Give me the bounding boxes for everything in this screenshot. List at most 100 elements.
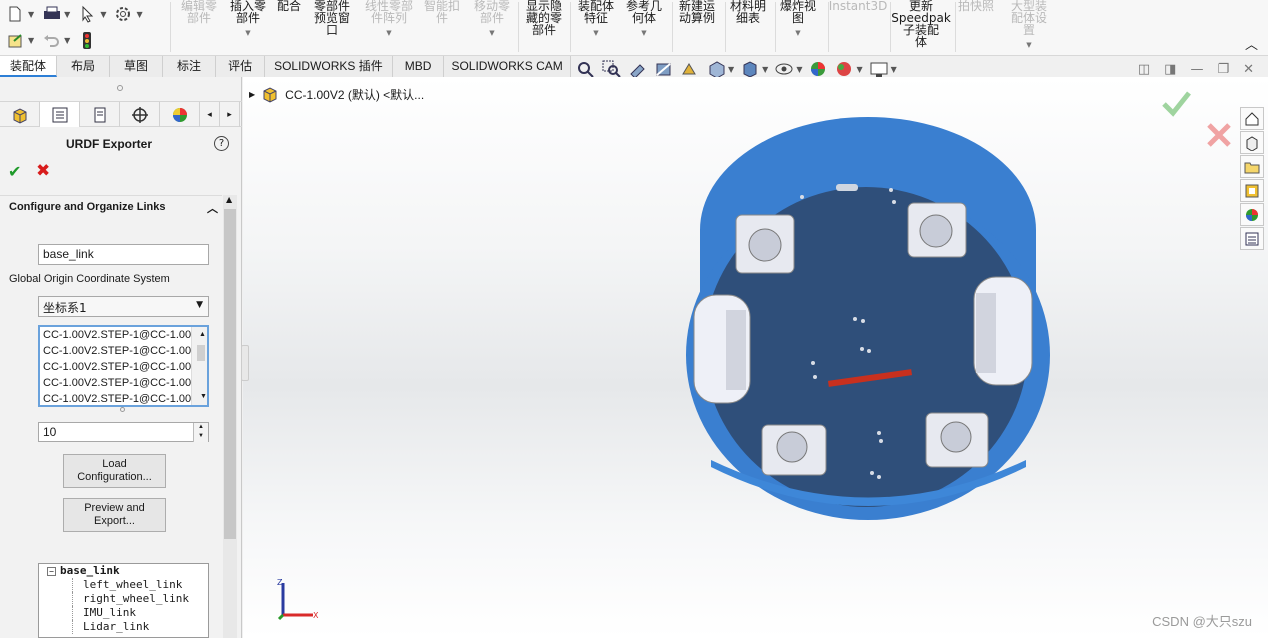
- dimxpert-tab[interactable]: [120, 102, 160, 127]
- ribbon-button[interactable]: Instant3D: [829, 0, 888, 52]
- panel-splitter-handle[interactable]: [117, 85, 123, 91]
- ok-checkmark-icon[interactable]: ✔: [8, 162, 21, 181]
- ribbon-button[interactable]: 拍快照: [958, 0, 994, 52]
- ribbon-button[interactable]: 移动零 部件 ▼: [470, 0, 514, 52]
- component-item[interactable]: CC-1.00V2.STEP-1@CC-1.00V: [40, 391, 207, 405]
- load-configuration-button[interactable]: Load Configuration...: [63, 454, 166, 488]
- custom-properties-icon[interactable]: [1240, 227, 1264, 250]
- robot-base-model[interactable]: [686, 115, 1056, 520]
- confirm-corner-ok-icon[interactable]: [1161, 89, 1191, 120]
- ribbon-button[interactable]: 显示隐 藏的零 部件: [522, 0, 566, 52]
- tab-assembly[interactable]: 装配体: [0, 56, 58, 77]
- dropdown-caret-icon[interactable]: ▼: [1026, 39, 1031, 51]
- dropdown-caret-icon[interactable]: ▼: [593, 27, 598, 39]
- coordinate-system-select[interactable]: 坐标系1 ▼: [38, 296, 209, 317]
- ribbon-button[interactable]: 装配体 特征 ▼: [574, 0, 618, 52]
- dropdown-caret-icon[interactable]: ▼: [386, 27, 391, 39]
- dynamic-annotation-icon[interactable]: [680, 60, 700, 78]
- edit-appearance-icon[interactable]: [808, 60, 828, 78]
- cancel-x-icon[interactable]: ✖: [36, 161, 50, 181]
- tree-root-node[interactable]: − base_link: [39, 564, 208, 578]
- spin-arrows-icon[interactable]: ▲ ▼: [193, 423, 208, 442]
- ribbon-button[interactable]: 插入零 部件 ▼: [226, 0, 270, 52]
- panel-tab-scroll-right[interactable]: ▸: [220, 102, 240, 127]
- select-cursor-icon[interactable]: [78, 5, 96, 23]
- ribbon-button[interactable]: 爆炸视 图 ▼: [778, 0, 818, 52]
- ribbon-button[interactable]: 智能扣 件: [422, 0, 462, 52]
- dropdown-caret-icon[interactable]: ▼: [641, 27, 646, 39]
- ribbon-button[interactable]: 编辑零 部件: [175, 0, 223, 52]
- ribbon-button[interactable]: 线性零部 件阵列 ▼: [360, 0, 418, 52]
- tab-solidworks-cam[interactable]: SOLIDWORKS CAM: [444, 56, 571, 77]
- collapse-tree-icon[interactable]: −: [47, 567, 56, 576]
- new-document-icon[interactable]: [6, 5, 24, 23]
- ribbon-button[interactable]: 大型装 配体设 置 ▼: [1006, 0, 1052, 52]
- panel-tab-scroll-left[interactable]: ◂: [200, 102, 220, 127]
- components-listbox[interactable]: CC-1.00V2.STEP-1@CC-1.00V CC-1.00V2.STEP…: [38, 325, 209, 407]
- listbox-scrollbar[interactable]: ▲ ▼: [191, 327, 207, 405]
- zoom-to-fit-icon[interactable]: [576, 60, 596, 78]
- feature-manager-tab[interactable]: [0, 102, 40, 127]
- panel-scrollbar-thumb[interactable]: [224, 209, 236, 539]
- hide-show-items-icon[interactable]: [774, 60, 794, 78]
- undo-icon[interactable]: [42, 31, 60, 49]
- print-icon[interactable]: [42, 5, 61, 23]
- ribbon-button[interactable]: 材料明 细表: [728, 0, 768, 52]
- link-tree[interactable]: − base_link left_wheel_link right_wheel_l…: [38, 563, 209, 638]
- component-item[interactable]: CC-1.00V2.STEP-1@CC-1.00V: [40, 327, 207, 343]
- ribbon-button[interactable]: 新建运 动算例: [675, 0, 719, 52]
- tile-right-icon[interactable]: ◨: [1164, 62, 1176, 77]
- file-explorer-icon[interactable]: [1240, 155, 1264, 178]
- tree-child-node[interactable]: left_wheel_link: [72, 578, 208, 592]
- component-item[interactable]: CC-1.00V2.STEP-1@CC-1.00V: [40, 343, 207, 359]
- panel-collapse-handle[interactable]: [241, 345, 249, 381]
- preview-export-button[interactable]: Preview and Export...: [63, 498, 166, 532]
- design-library-icon[interactable]: [1240, 131, 1264, 154]
- tree-child-node[interactable]: IMU_link: [72, 606, 208, 620]
- appearances-scenes-icon[interactable]: [1240, 203, 1264, 226]
- minimize-icon[interactable]: —: [1190, 62, 1203, 77]
- component-item[interactable]: CC-1.00V2.STEP-1@CC-1.00V: [40, 375, 207, 391]
- section-view-icon[interactable]: [654, 60, 674, 78]
- close-icon[interactable]: ✕: [1243, 62, 1254, 77]
- dropdown-caret-icon[interactable]: ▼: [489, 27, 494, 39]
- view-orientation-icon[interactable]: [706, 60, 726, 79]
- display-style-icon[interactable]: [740, 60, 760, 78]
- tree-child-node[interactable]: Lidar_link: [72, 620, 208, 634]
- configure-links-group-header[interactable]: Configure and Organize Links ︿: [0, 195, 222, 219]
- configuration-manager-tab[interactable]: [80, 102, 120, 127]
- link-name-input[interactable]: base_link: [38, 244, 209, 265]
- apply-scene-icon[interactable]: [834, 60, 854, 78]
- dropdown-caret-icon[interactable]: ▼: [795, 27, 800, 39]
- tree-child-node[interactable]: right_wheel_link: [72, 592, 208, 606]
- ribbon-button[interactable]: 配合: [274, 0, 304, 52]
- tab-solidworks-addins[interactable]: SOLIDWORKS 插件: [265, 56, 393, 77]
- restore-icon[interactable]: ❐: [1217, 62, 1229, 77]
- home-icon[interactable]: [1240, 107, 1264, 130]
- ribbon-button[interactable]: 参考几 何体 ▼: [624, 0, 664, 52]
- zoom-to-area-icon[interactable]: [602, 60, 622, 78]
- listbox-resize-handle[interactable]: [120, 407, 125, 412]
- property-manager-tab[interactable]: [40, 102, 80, 127]
- chevron-up-icon[interactable]: ︿: [207, 200, 218, 216]
- scroll-up-arrow-icon[interactable]: ▲: [226, 195, 232, 204]
- child-count-spinbox[interactable]: 10 ▲ ▼: [38, 422, 209, 442]
- traffic-light-icon[interactable]: [78, 31, 96, 49]
- confirm-corner-cancel-icon[interactable]: [1205, 121, 1233, 152]
- dropdown-caret-icon[interactable]: ▼: [245, 27, 250, 39]
- graphics-viewport[interactable]: ▶ CC-1.00V2 (默认) <默认... Z X CSDN @大只szu: [241, 77, 1268, 638]
- tile-left-icon[interactable]: ◫: [1138, 62, 1150, 77]
- tab-evaluate[interactable]: 评估: [216, 56, 266, 77]
- help-icon[interactable]: ?: [214, 136, 229, 151]
- tab-markup[interactable]: 标注: [163, 56, 217, 77]
- panel-scrollbar[interactable]: ▲: [223, 195, 237, 638]
- component-item[interactable]: CC-1.00V2.STEP-1@CC-1.00V: [40, 359, 207, 375]
- collapse-ribbon-icon[interactable]: ︿: [1245, 34, 1258, 53]
- expand-arrow-icon[interactable]: ▶: [249, 90, 255, 99]
- tab-layout[interactable]: 布局: [57, 56, 111, 77]
- display-manager-tab[interactable]: [160, 102, 200, 127]
- view-palette-icon[interactable]: [1240, 179, 1264, 202]
- previous-view-icon[interactable]: [628, 60, 648, 79]
- tab-mbd[interactable]: MBD: [392, 56, 445, 77]
- flyout-feature-tree[interactable]: ▶ CC-1.00V2 (默认) <默认...: [249, 85, 424, 103]
